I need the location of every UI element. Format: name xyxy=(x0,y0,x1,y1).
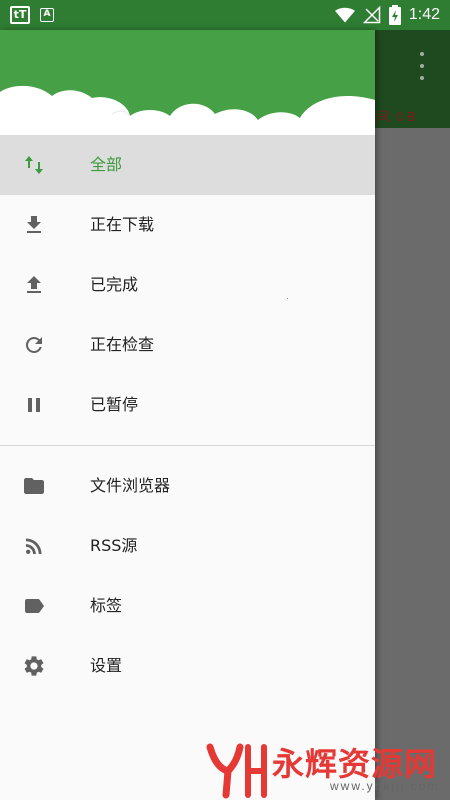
status-bar: tT A 1:42 xyxy=(0,0,450,30)
nav-label: 正在下载 xyxy=(90,215,155,234)
rss-icon xyxy=(26,538,42,554)
swap-vert-icon xyxy=(25,156,43,174)
upload-icon xyxy=(27,276,41,293)
nav-item-checking[interactable]: 正在检查 xyxy=(0,315,375,375)
app-notification-icon: tT xyxy=(10,6,30,24)
speed-text: 间: 0 B xyxy=(376,109,416,124)
nav-item-all[interactable]: 全部 xyxy=(0,135,375,195)
clock: 1:42 xyxy=(408,6,440,23)
folder-icon xyxy=(24,478,44,494)
nav-label: 已暂停 xyxy=(90,395,139,414)
nav-label: 设置 xyxy=(90,656,123,675)
nav-label: 文件浏览器 xyxy=(90,476,171,495)
drawer-header xyxy=(0,30,375,135)
nav-label: RSS源 xyxy=(90,536,138,555)
download-icon xyxy=(27,216,41,233)
label-icon xyxy=(25,599,44,613)
nav-item-tags[interactable]: 标签 xyxy=(0,576,375,636)
nav-item-paused[interactable]: 已暂停 xyxy=(0,375,375,435)
nav-item-settings[interactable]: 设置 xyxy=(0,636,375,696)
clouds-graphic xyxy=(0,30,375,135)
keyboard-a-icon: A xyxy=(40,8,54,22)
battery-charging-icon xyxy=(388,5,401,25)
watermark: 永辉资源网 www.yhkjjj.com xyxy=(200,735,450,800)
gear-icon xyxy=(24,656,44,676)
nav-label: 标签 xyxy=(90,596,123,615)
nav-item-downloading[interactable]: 正在下载 xyxy=(0,195,375,255)
watermark-url: www.yhkjjj.com xyxy=(330,779,440,793)
pause-icon xyxy=(28,398,40,412)
nav-label: 已完成 xyxy=(90,275,139,294)
nav-label: 全部 xyxy=(90,155,123,174)
nav-item-completed[interactable]: 已完成 xyxy=(0,255,375,315)
wifi-icon xyxy=(334,7,355,23)
navigation-drawer: 全部 正在下载 已完成 正在检查 已暂停 文件浏览器 RSS源 标签 设置 xyxy=(0,30,375,800)
no-signal-icon xyxy=(362,6,381,24)
nav-item-file-browser[interactable]: 文件浏览器 xyxy=(0,456,375,516)
refresh-icon xyxy=(25,336,42,353)
nav-label: 正在检查 xyxy=(90,335,155,354)
watermark-logo xyxy=(206,743,267,799)
divider xyxy=(0,445,375,446)
overflow-menu-icon xyxy=(412,52,432,80)
artifact-dot xyxy=(287,298,288,299)
nav-item-rss[interactable]: RSS源 xyxy=(0,516,375,576)
